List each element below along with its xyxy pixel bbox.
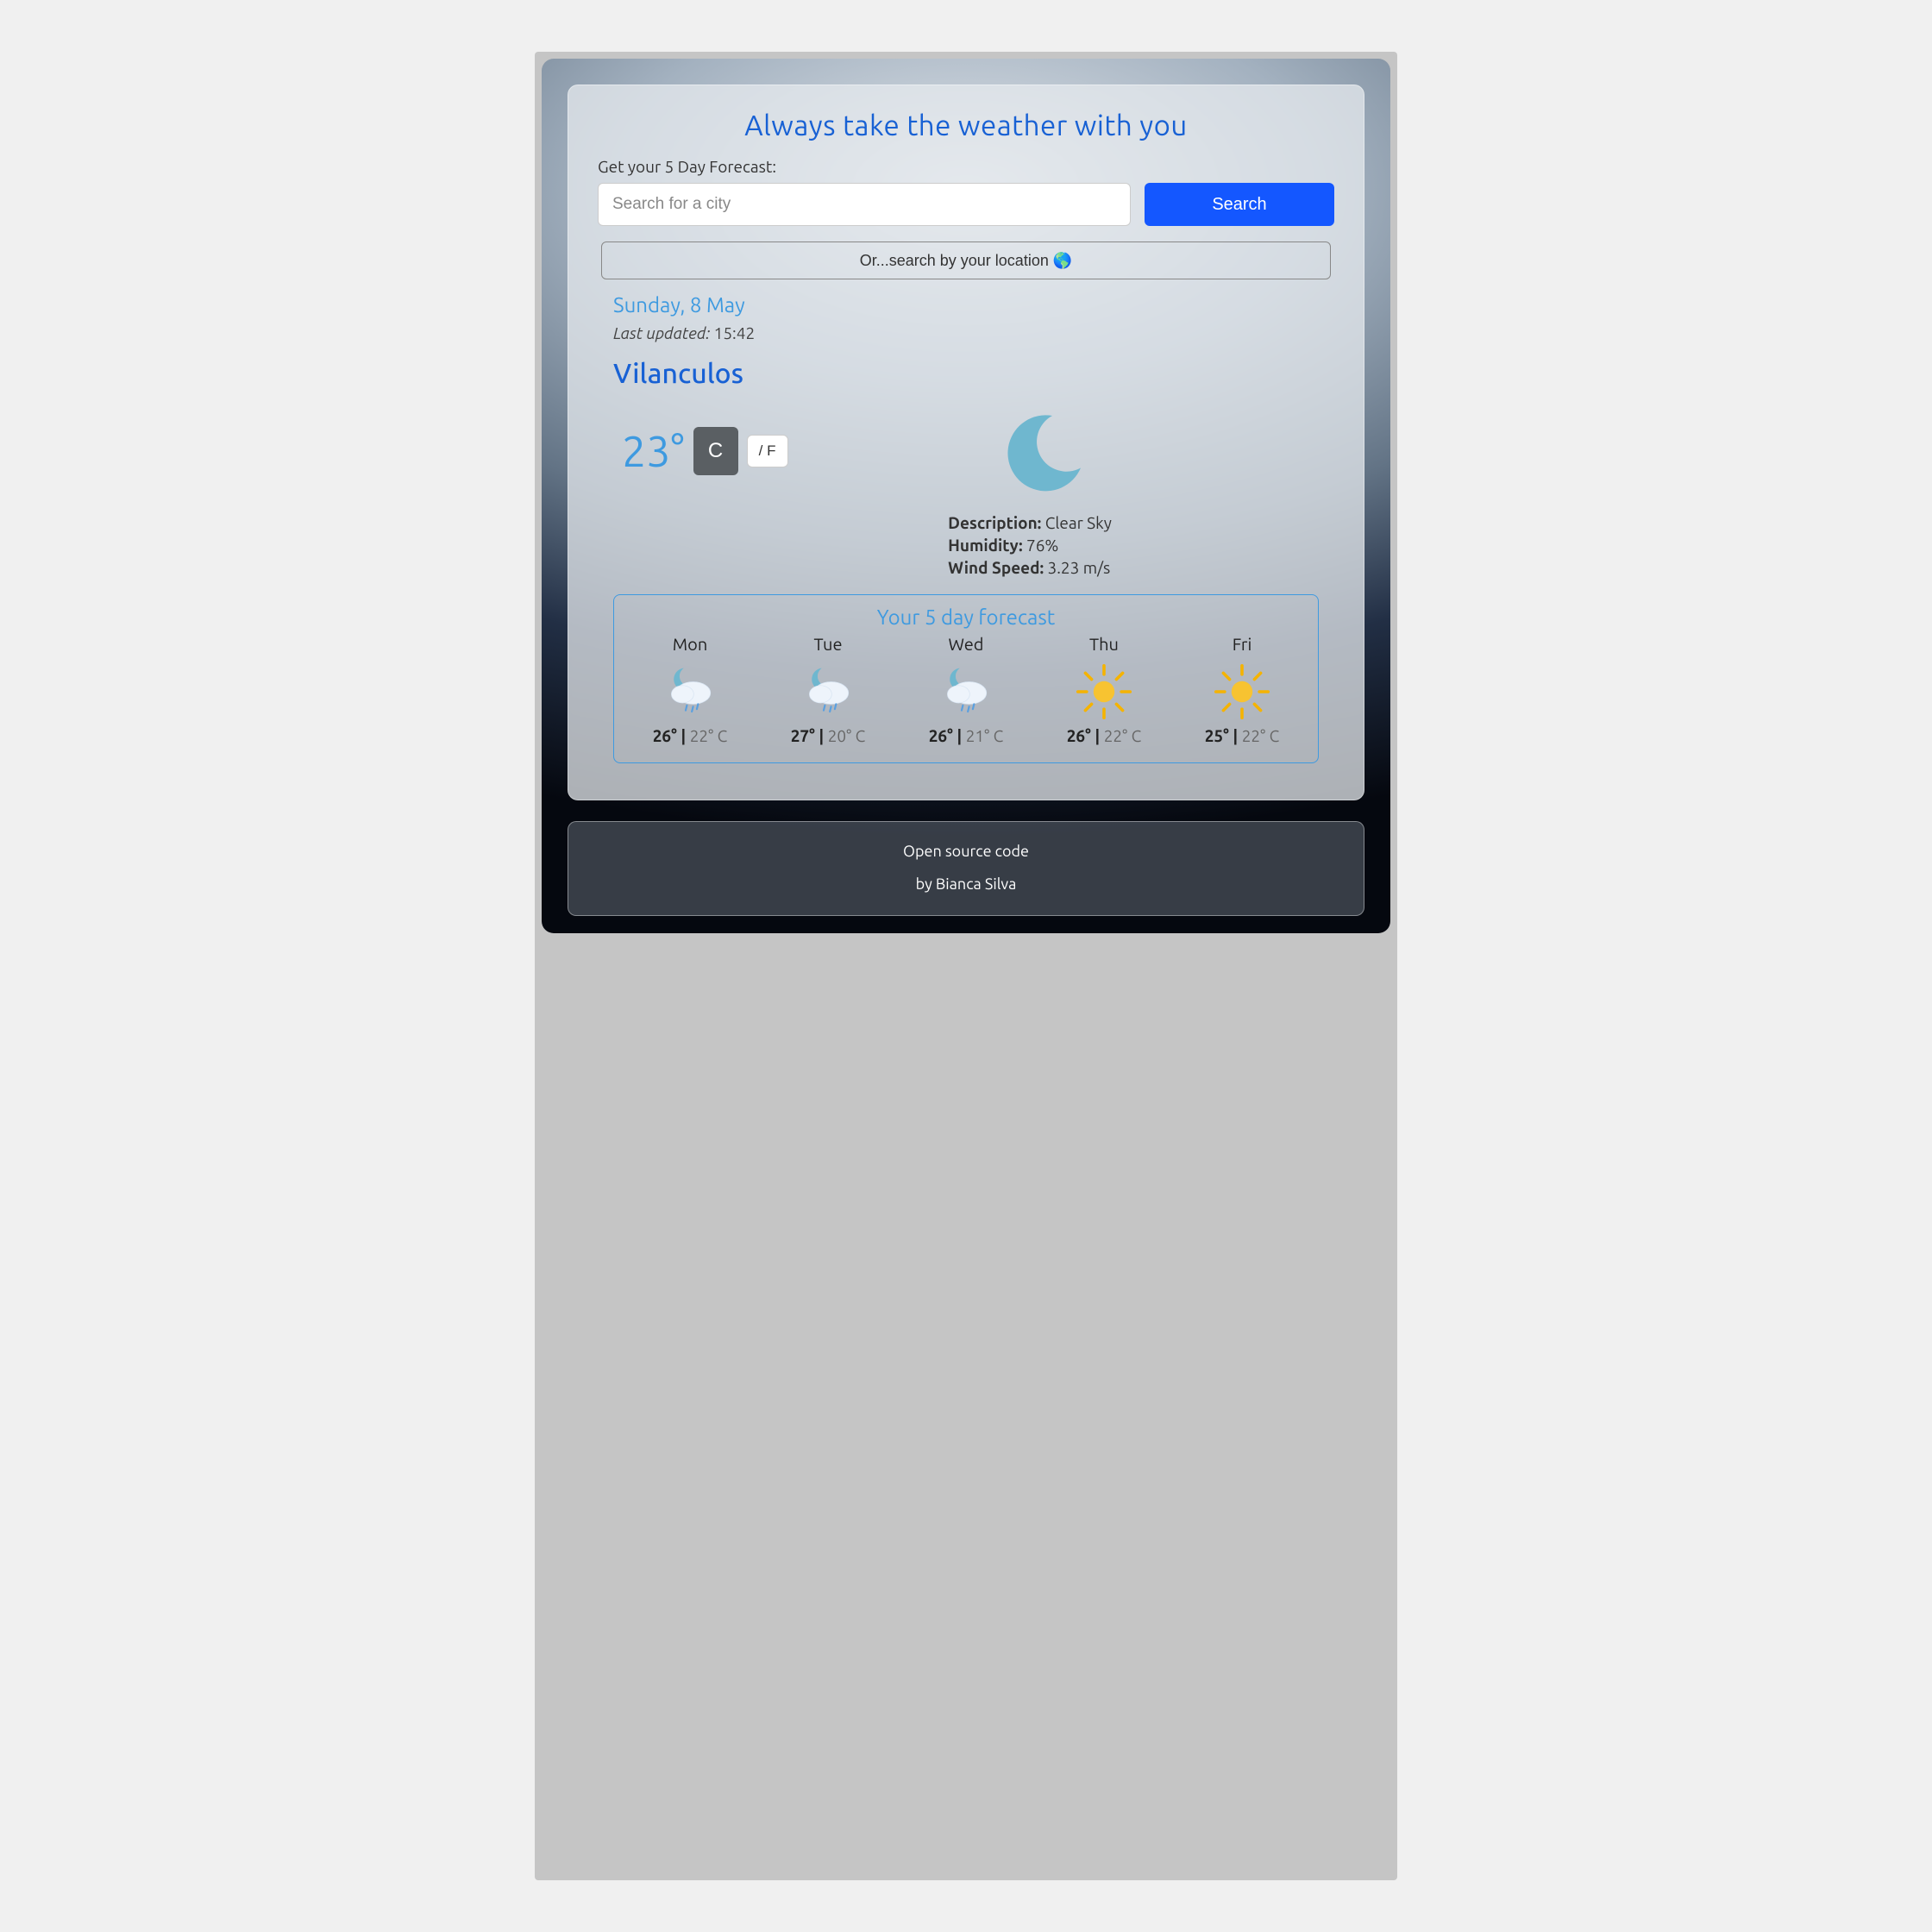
description-label: Description: [948, 513, 1041, 532]
forecast-low: 22° C [1104, 726, 1142, 745]
current-temperature: 23° [622, 430, 685, 473]
last-updated-time: 15:42 [714, 323, 756, 342]
use-location-button[interactable]: Or...search by your location 🌎 [601, 242, 1331, 279]
humidity-value: 76% [1026, 536, 1058, 555]
night-rain-icon [759, 657, 897, 726]
forecast-title: Your 5 day forecast [621, 605, 1311, 629]
forecast-day-label: Fri [1173, 634, 1311, 654]
forecast-card: Your 5 day forecast Mon 26° | 22° C Tue 27°… [613, 594, 1319, 763]
forecast-low: 22° C [1242, 726, 1280, 745]
current-weather-icon-wrap [948, 406, 1090, 501]
footer-line-1: Open source code [582, 836, 1350, 869]
wind-label: Wind Speed: [948, 558, 1044, 577]
forecast-high: 26° [653, 726, 677, 745]
forecast-low: 22° C [690, 726, 728, 745]
forecast-high: 25° [1205, 726, 1229, 745]
current-details-block: Description: Clear Sky Humidity: 76% Win… [948, 406, 1319, 579]
description-value: Clear Sky [1045, 513, 1112, 532]
current-temp-block: 23° C / F [613, 406, 931, 475]
description-line: Description: Clear Sky [948, 513, 1112, 532]
forecast-temps: 26° | 22° C [1035, 726, 1173, 745]
forecast-low: 20° C [828, 726, 866, 745]
forecast-high: 27° [791, 726, 815, 745]
footer-line-2: by Bianca Silva [582, 869, 1350, 901]
forecast-day-label: Wed [897, 634, 1035, 654]
overview-section: Sunday, 8 May Last updated: 15:42 Vilanc… [598, 293, 1334, 779]
night-rain-icon [897, 657, 1035, 726]
humidity-label: Humidity: [948, 536, 1023, 555]
forecast-row: Mon 26° | 22° C Tue 27° | 20° C Wed 26° | 21°… [621, 634, 1311, 745]
sunny-icon [1035, 657, 1173, 726]
forecast-day: Thu 26° | 22° C [1035, 634, 1173, 745]
forecast-day-label: Tue [759, 634, 897, 654]
main-card: Always take the weather with you Get you… [568, 85, 1364, 800]
forecast-day: Wed 26° | 21° C [897, 634, 1035, 745]
current-weather-row: 23° C / F Description: Clear Sk [613, 406, 1319, 579]
unit-fahrenheit-button[interactable]: / F [747, 435, 788, 467]
last-updated: Last updated: 15:42 [613, 323, 1319, 342]
search-prompt: Get your 5 Day Forecast: [598, 157, 1334, 176]
forecast-high: 26° [1067, 726, 1091, 745]
forecast-temps: 26° | 21° C [897, 726, 1035, 745]
sunny-icon [1173, 657, 1311, 726]
wind-value: 3.23 m/s [1048, 558, 1111, 577]
footer: Open source code by Bianca Silva [568, 821, 1364, 916]
app-outer: Always take the weather with you Get you… [535, 52, 1397, 1880]
humidity-line: Humidity: 76% [948, 536, 1058, 555]
forecast-temps: 26° | 22° C [621, 726, 759, 745]
wind-line: Wind Speed: 3.23 m/s [948, 558, 1110, 577]
unit-celsius-button[interactable]: C [693, 427, 738, 475]
current-date: Sunday, 8 May [613, 293, 1319, 317]
forecast-day: Tue 27° | 20° C [759, 634, 897, 745]
night-rain-icon [621, 657, 759, 726]
forecast-low: 21° C [966, 726, 1004, 745]
forecast-temps: 25° | 22° C [1173, 726, 1311, 745]
app-frame: Always take the weather with you Get you… [542, 59, 1390, 933]
page-title: Always take the weather with you [598, 110, 1334, 141]
forecast-day-label: Thu [1035, 634, 1173, 654]
forecast-day: Fri 25° | 22° C [1173, 634, 1311, 745]
forecast-day-label: Mon [621, 634, 759, 654]
clear-night-icon [995, 406, 1090, 501]
search-input[interactable] [598, 183, 1131, 226]
forecast-temps: 27° | 20° C [759, 726, 897, 745]
search-row: Search [598, 183, 1334, 226]
last-updated-label: Last updated: [613, 323, 710, 342]
city-name: Vilanculos [613, 358, 1319, 389]
forecast-day: Mon 26° | 22° C [621, 634, 759, 745]
search-button[interactable]: Search [1145, 183, 1334, 226]
forecast-high: 26° [929, 726, 953, 745]
